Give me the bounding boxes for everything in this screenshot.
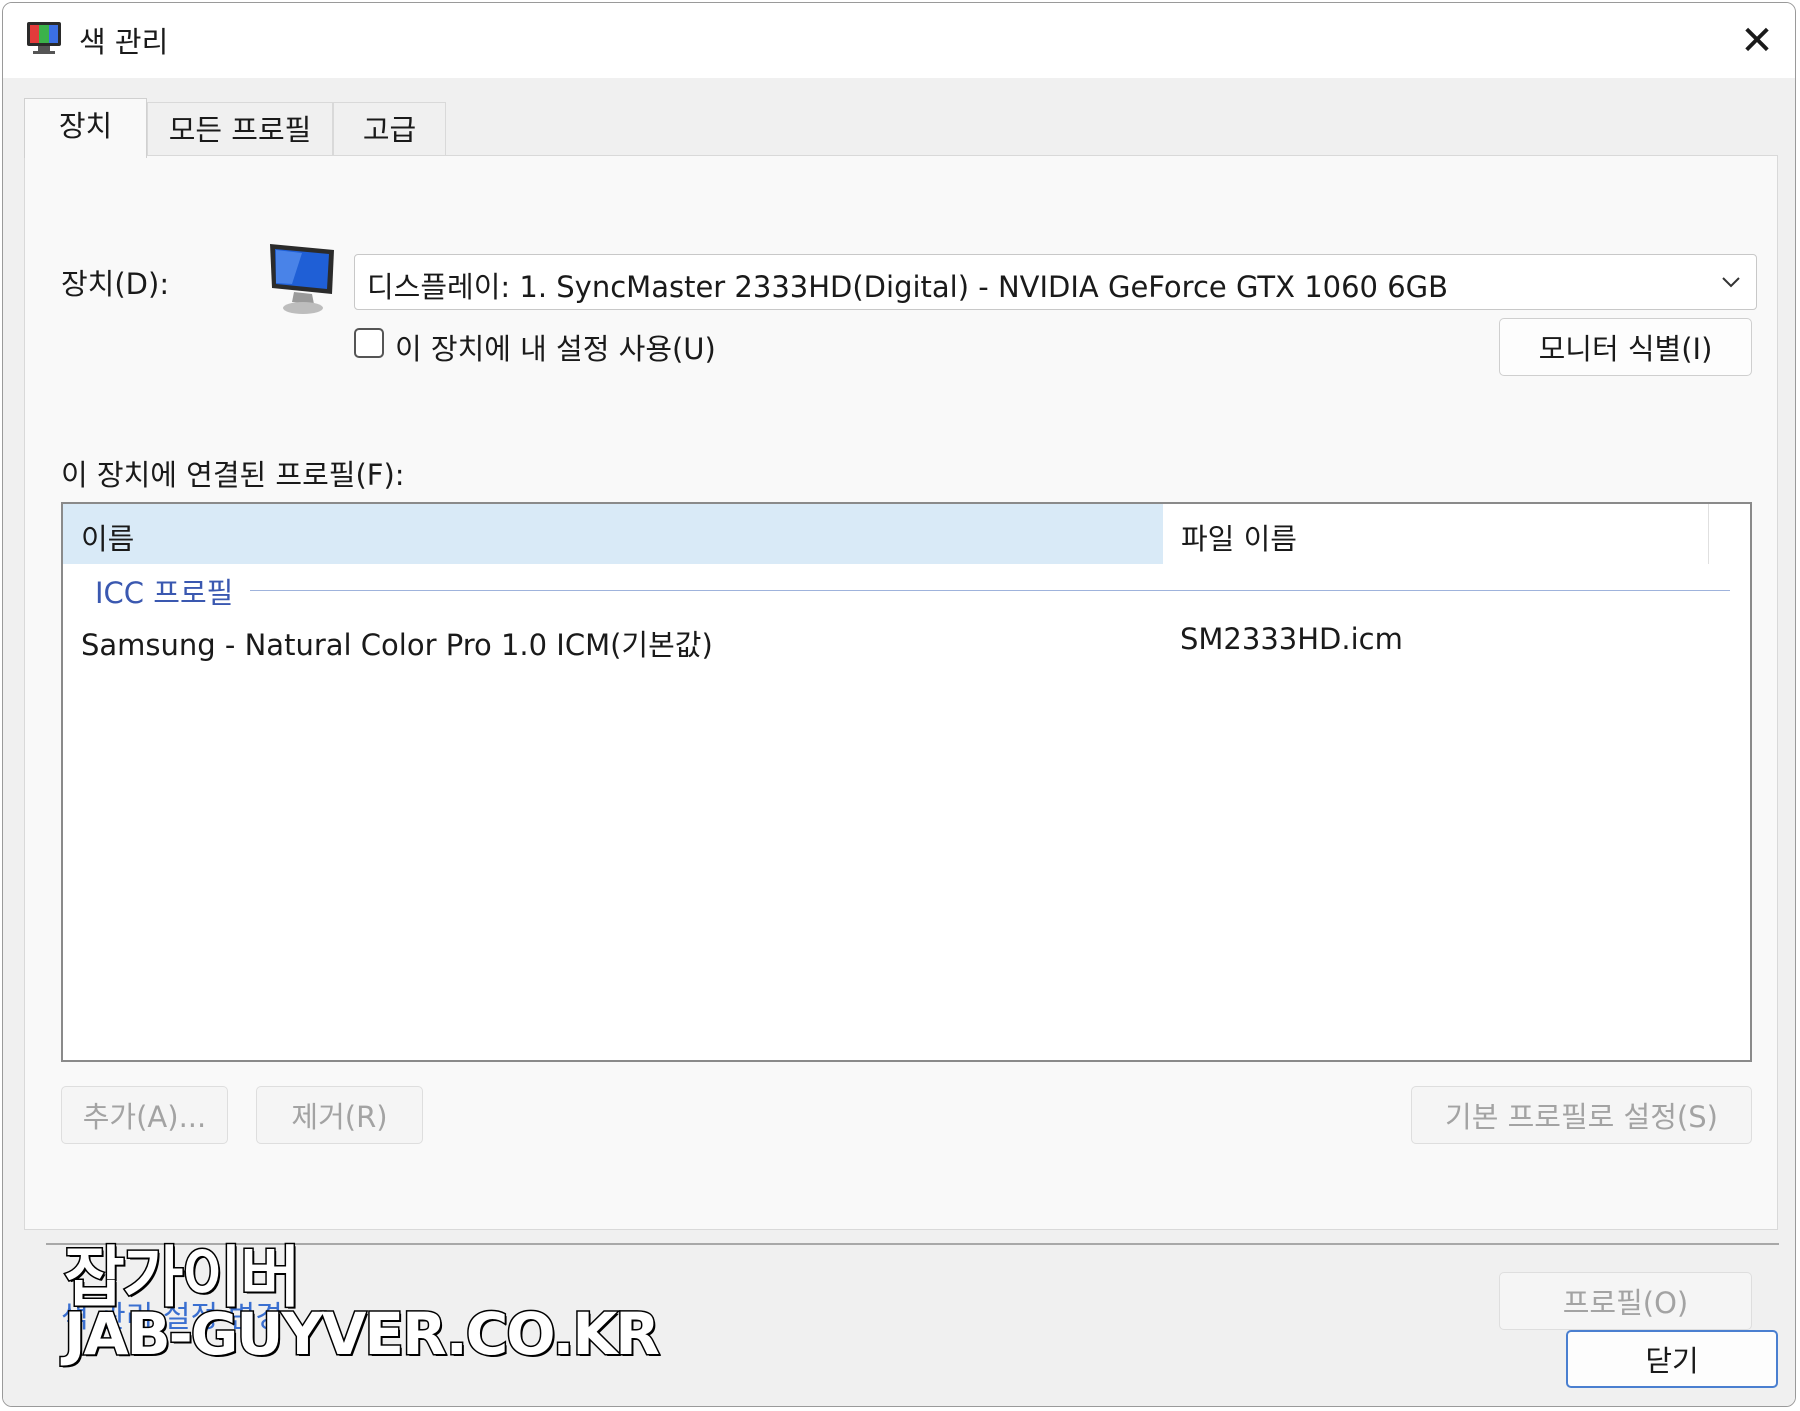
close-icon: ✕	[1740, 17, 1774, 64]
tab-device-label: 장치	[58, 109, 113, 143]
add-profile-button[interactable]: 추가(A)...	[61, 1086, 228, 1144]
set-default-profile-label: 기본 프로필로 설정(S)	[1445, 1100, 1718, 1134]
device-select-value: 디스플레이: 1. SyncMaster 2333HD(Digital) - N…	[367, 270, 1449, 304]
dialog-client-area: 장치 모든 프로필 고급 장치(D): 디스플레이: 1. SyncMaster…	[3, 78, 1795, 1406]
column-header-file-name[interactable]: 파일 이름	[1163, 504, 1709, 564]
device-label: 장치(D):	[61, 267, 170, 301]
list-header: 이름 파일 이름	[63, 504, 1750, 564]
color-management-window: 색 관리 ✕ 장치 모든 프로필 고급 장치(D): 디스플레이: 1. Syn…	[2, 2, 1796, 1407]
chevron-down-icon	[1722, 277, 1740, 288]
use-my-settings-label: 이 장치에 내 설정 사용(U)	[395, 332, 716, 366]
window-title: 색 관리	[79, 25, 169, 59]
close-button[interactable]: 닫기	[1566, 1330, 1778, 1388]
profiles-label: 이 장치에 연결된 프로필(F):	[61, 458, 405, 492]
device-tab-panel: 장치(D): 디스플레이: 1. SyncMaster 2333HD(Digit…	[24, 155, 1779, 1335]
profile-file: SM2333HD.icm	[1180, 622, 1403, 656]
profiles-button-label: 프로필(O)	[1562, 1286, 1689, 1320]
profiles-list[interactable]: 이름 파일 이름 ICC 프로필 Samsung - Natural Color…	[61, 502, 1752, 1062]
group-divider	[250, 590, 1730, 591]
tab-all-profiles-label: 모든 프로필	[168, 113, 312, 147]
tab-device[interactable]: 장치	[24, 98, 147, 158]
table-row[interactable]: Samsung - Natural Color Pro 1.0 ICM(기본값)…	[63, 614, 1750, 662]
watermark-url: JAB-GUYVER.CO.KR	[63, 1299, 662, 1370]
close-window-button[interactable]: ✕	[1719, 3, 1795, 78]
device-select[interactable]: 디스플레이: 1. SyncMaster 2333HD(Digital) - N…	[354, 254, 1757, 310]
use-my-settings-checkbox[interactable]	[354, 328, 384, 358]
remove-profile-label: 제거(R)	[291, 1100, 388, 1134]
title-bar: 색 관리 ✕	[3, 3, 1795, 78]
add-profile-label: 추가(A)...	[82, 1100, 207, 1134]
identify-monitors-label: 모니터 식별(I)	[1538, 332, 1713, 366]
close-button-label: 닫기	[1645, 1344, 1699, 1378]
profile-name: Samsung - Natural Color Pro 1.0 ICM(기본값)	[81, 628, 713, 662]
tab-advanced-label: 고급	[362, 113, 417, 147]
panel-separator	[46, 1243, 1779, 1245]
profiles-button[interactable]: 프로필(O)	[1499, 1272, 1752, 1330]
tab-advanced[interactable]: 고급	[333, 102, 446, 156]
group-header-icc: ICC 프로필	[95, 576, 234, 610]
column-header-name-label: 이름	[81, 522, 135, 556]
set-default-profile-button[interactable]: 기본 프로필로 설정(S)	[1411, 1086, 1752, 1144]
color-management-icon	[27, 22, 61, 54]
remove-profile-button[interactable]: 제거(R)	[256, 1086, 423, 1144]
monitor-icon	[270, 244, 334, 314]
column-header-file-name-label: 파일 이름	[1181, 522, 1297, 556]
identify-monitors-button[interactable]: 모니터 식별(I)	[1499, 318, 1752, 376]
column-header-name[interactable]: 이름	[63, 504, 1163, 564]
tab-all-profiles[interactable]: 모든 프로필	[147, 102, 333, 156]
